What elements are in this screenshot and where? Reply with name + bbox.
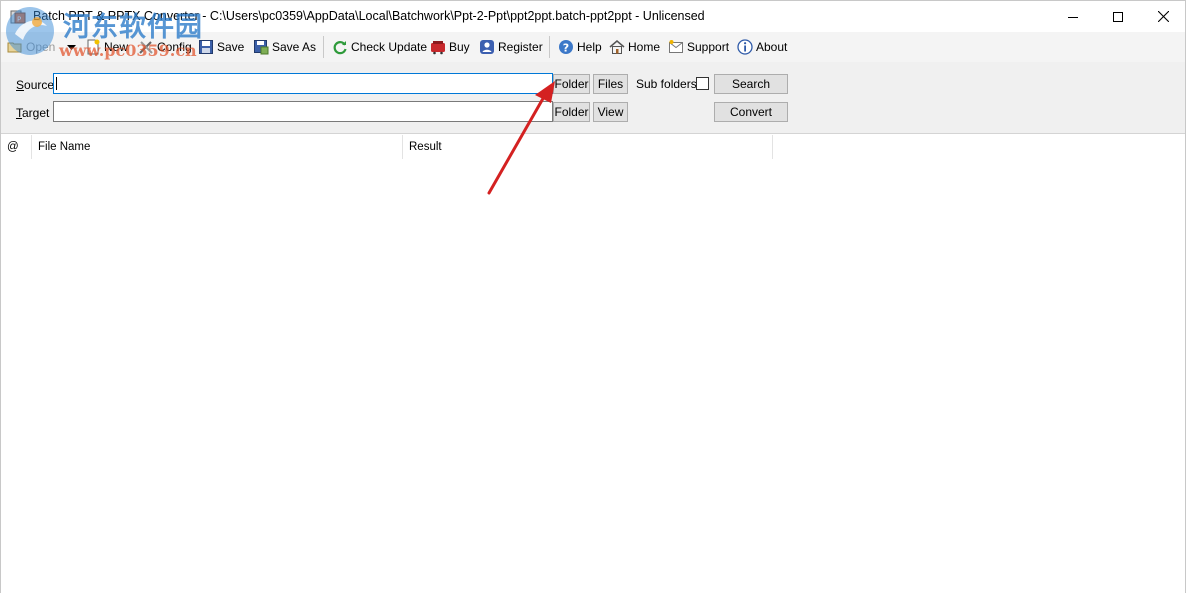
source-files-button[interactable]: Files <box>593 74 628 94</box>
check-update-button[interactable]: Check Update <box>332 37 427 57</box>
svg-text:P: P <box>17 16 21 24</box>
toolbar: Open New Config Save Save As Check Updat… <box>1 32 1185 62</box>
cart-icon <box>430 39 446 55</box>
app-icon: P <box>10 9 26 25</box>
target-view-button[interactable]: View <box>593 102 628 122</box>
register-button[interactable]: Register <box>479 37 543 57</box>
floppy-disk-as-icon <box>253 39 269 55</box>
convert-button[interactable]: Convert <box>714 102 788 122</box>
support-icon <box>668 39 684 55</box>
maximize-button[interactable] <box>1095 1 1141 32</box>
close-icon <box>1157 11 1169 22</box>
svg-text:?: ? <box>563 41 569 54</box>
source-folder-button[interactable]: Folder <box>553 74 590 94</box>
config-button[interactable]: Config <box>138 37 192 57</box>
minimize-icon <box>1068 16 1078 18</box>
title-bar[interactable]: P Batch PPT & PPTX Converter - C:\Users\… <box>1 1 1185 32</box>
new-document-icon <box>85 39 101 55</box>
buy-button[interactable]: Buy <box>430 37 470 57</box>
target-input[interactable] <box>54 102 552 121</box>
subfolders-checkbox[interactable] <box>696 77 709 90</box>
toolbar-separator <box>549 36 550 58</box>
chevron-down-icon <box>67 40 76 54</box>
new-button[interactable]: New <box>85 37 128 57</box>
support-button[interactable]: Support <box>668 37 729 57</box>
help-icon: ? <box>558 39 574 55</box>
floppy-disk-icon <box>198 39 214 55</box>
toolbar-separator <box>323 36 324 58</box>
user-badge-icon <box>479 39 495 55</box>
source-input[interactable] <box>54 74 552 93</box>
source-input-box[interactable] <box>53 73 553 94</box>
close-button[interactable] <box>1140 1 1186 32</box>
column-header-result[interactable]: Result <box>403 135 773 159</box>
subfolders-label: Sub folders <box>636 77 697 91</box>
app-window: P Batch PPT & PPTX Converter - C:\Users\… <box>0 0 1186 593</box>
open-button[interactable]: Open <box>7 37 55 57</box>
maximize-icon <box>1113 11 1123 22</box>
house-icon <box>609 39 625 55</box>
home-button[interactable]: Home <box>609 37 660 57</box>
text-caret <box>56 77 57 90</box>
about-button[interactable]: About <box>737 37 787 57</box>
folder-open-icon <box>7 39 23 55</box>
target-input-box[interactable] <box>53 101 553 122</box>
source-label: Source <box>16 78 55 92</box>
help-button[interactable]: ? Help <box>558 37 602 57</box>
save-as-button[interactable]: Save As <box>253 37 316 57</box>
tools-icon <box>138 39 154 55</box>
minimize-button[interactable] <box>1050 1 1096 32</box>
column-header-file-name[interactable]: File Name <box>32 135 403 159</box>
open-dropdown-button[interactable] <box>67 37 76 57</box>
refresh-icon <box>332 39 348 55</box>
save-button[interactable]: Save <box>198 37 244 57</box>
path-panel: Source Folder Files Sub folders Search T… <box>1 62 1185 134</box>
info-icon <box>737 39 753 55</box>
target-label: Target <box>16 106 50 120</box>
window-title: Batch PPT & PPTX Converter - C:\Users\pc… <box>33 9 705 23</box>
column-header-status[interactable]: @ <box>1 135 32 159</box>
results-grid[interactable]: @ File Name Result <box>1 135 1185 593</box>
search-button[interactable]: Search <box>714 74 788 94</box>
grid-header: @ File Name Result <box>1 135 773 159</box>
target-folder-button[interactable]: Folder <box>553 102 590 122</box>
